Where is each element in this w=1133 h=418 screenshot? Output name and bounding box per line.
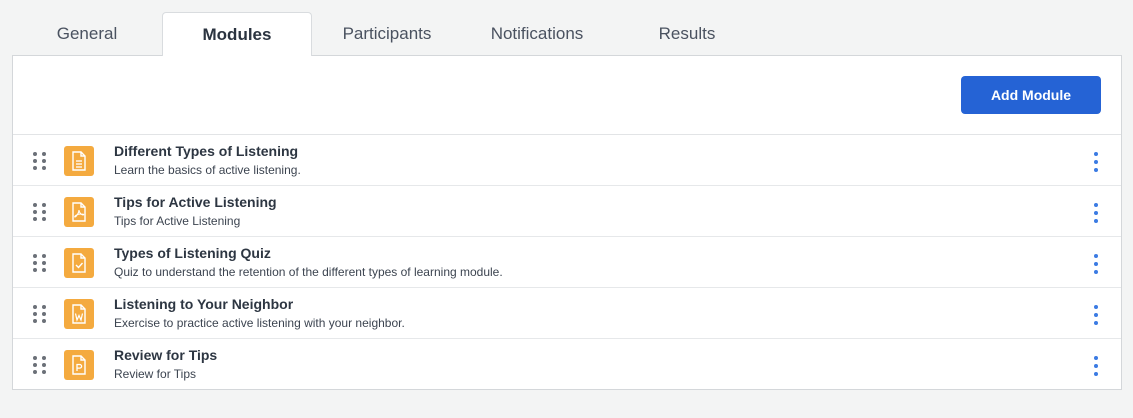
add-module-button[interactable]: Add Module (961, 76, 1101, 114)
module-description: Learn the basics of active listening. (114, 163, 301, 177)
drag-handle-icon[interactable] (33, 356, 46, 374)
drag-handle-icon[interactable] (33, 203, 46, 221)
more-options-icon[interactable] (1093, 203, 1099, 223)
pdf-icon (64, 197, 94, 227)
tab-results[interactable]: Results (612, 12, 762, 55)
quiz-icon (64, 248, 94, 278)
module-row[interactable]: Different Types of Listening Learn the b… (13, 135, 1121, 186)
module-row[interactable]: Listening to Your Neighbor Exercise to p… (13, 288, 1121, 339)
tab-participants[interactable]: Participants (312, 12, 462, 55)
drag-handle-icon[interactable] (33, 152, 46, 170)
module-title[interactable]: Listening to Your Neighbor (114, 296, 293, 312)
module-row[interactable]: Types of Listening Quiz Quiz to understa… (13, 237, 1121, 288)
more-options-icon[interactable] (1093, 152, 1099, 172)
tab-general[interactable]: General (12, 12, 162, 55)
module-list: Different Types of Listening Learn the b… (13, 135, 1121, 390)
module-title[interactable]: Review for Tips (114, 347, 217, 363)
more-options-icon[interactable] (1093, 254, 1099, 274)
more-options-icon[interactable] (1093, 356, 1099, 376)
module-title[interactable]: Different Types of Listening (114, 143, 298, 159)
more-options-icon[interactable] (1093, 305, 1099, 325)
module-title[interactable]: Tips for Active Listening (114, 194, 277, 210)
powerpoint-icon (64, 350, 94, 380)
tab-notifications[interactable]: Notifications (462, 12, 612, 55)
modules-toolbar: Add Module (13, 56, 1121, 135)
module-row[interactable]: Review for Tips Review for Tips (13, 339, 1121, 390)
drag-handle-icon[interactable] (33, 305, 46, 323)
document-icon (64, 146, 94, 176)
word-doc-icon (64, 299, 94, 329)
module-description: Tips for Active Listening (114, 214, 241, 228)
tab-bar: General Modules Participants Notificatio… (12, 12, 1122, 56)
modules-panel: Add Module Different Types of Listening … (12, 55, 1122, 390)
module-row[interactable]: Tips for Active Listening Tips for Activ… (13, 186, 1121, 237)
tab-modules[interactable]: Modules (162, 12, 312, 56)
module-title[interactable]: Types of Listening Quiz (114, 245, 271, 261)
drag-handle-icon[interactable] (33, 254, 46, 272)
module-description: Exercise to practice active listening wi… (114, 316, 405, 330)
module-description: Quiz to understand the retention of the … (114, 265, 503, 279)
module-description: Review for Tips (114, 367, 197, 381)
